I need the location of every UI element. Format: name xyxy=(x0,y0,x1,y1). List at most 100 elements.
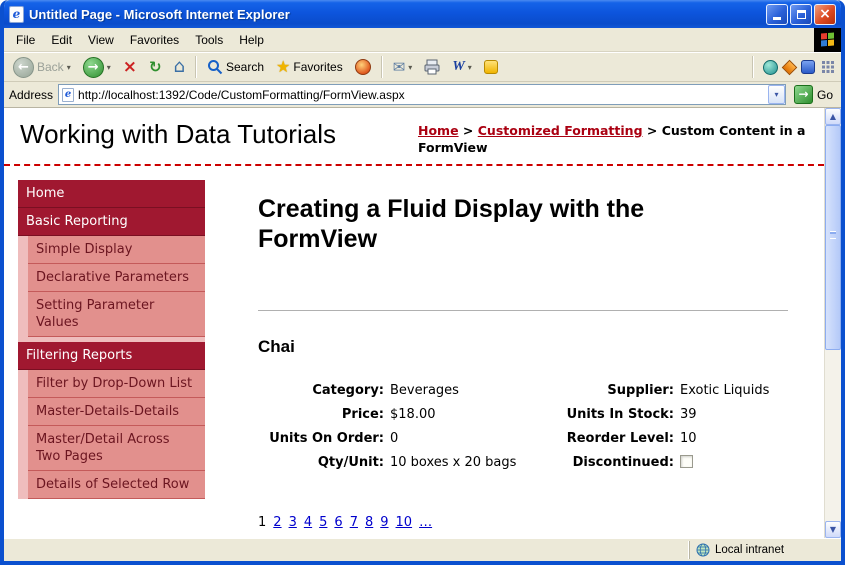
dots-grid-icon[interactable] xyxy=(821,60,835,74)
address-input[interactable]: e http://localhost:1392/Code/CustomForma… xyxy=(58,84,786,105)
field-label-units-in-stock: Units In Stock: xyxy=(548,403,674,427)
scrollbar-thumb[interactable] xyxy=(825,125,841,350)
minimize-icon xyxy=(773,17,781,20)
globe-orb-icon[interactable] xyxy=(763,60,778,75)
mail-dropdown-icon[interactable]: ▾ xyxy=(408,63,412,72)
pager-link-6[interactable]: 6 xyxy=(334,515,342,530)
page-title: Creating a Fluid Display with the FormVi… xyxy=(258,194,758,254)
print-button[interactable] xyxy=(419,56,445,78)
browser-window: e Untitled Page - Microsoft Internet Exp… xyxy=(0,0,845,565)
scroll-up-button[interactable]: ▲ xyxy=(825,108,841,125)
forward-dropdown-icon[interactable]: ▾ xyxy=(107,63,111,72)
search-button[interactable]: Search xyxy=(202,56,269,78)
pager: 123456789 10 … xyxy=(258,515,788,530)
pager-link-7[interactable]: 7 xyxy=(350,515,358,530)
blue-badge-icon[interactable] xyxy=(801,60,815,74)
sidebar-item-filter-by-drop-down-list[interactable]: Filter by Drop-Down List xyxy=(28,370,205,398)
menu-help[interactable]: Help xyxy=(231,30,272,50)
back-icon: ← xyxy=(13,57,34,78)
sidebar-item-details-of-selected-row[interactable]: Details of Selected Row xyxy=(28,471,205,499)
go-button[interactable]: → Go xyxy=(791,85,836,104)
main-content: Creating a Fluid Display with the FormVi… xyxy=(258,180,788,530)
toolbar-separator xyxy=(381,56,383,78)
toolbar: ← Back ▾ → ▾ × ↻ ⌂ Search ★ Favorites xyxy=(4,52,841,82)
refresh-button[interactable]: ↻ xyxy=(144,56,167,79)
messenger-button[interactable] xyxy=(479,57,503,77)
menu-file[interactable]: File xyxy=(8,30,43,50)
sidebar-menu: HomeBasic ReportingSimple DisplayDeclara… xyxy=(18,180,205,499)
menu-bar-items: FileEditViewFavoritesToolsHelp xyxy=(8,30,272,50)
site-title: Working with Data Tutorials xyxy=(20,118,336,156)
close-button[interactable]: × xyxy=(814,4,836,25)
mail-icon: ✉ xyxy=(393,60,406,75)
pager-link-2[interactable]: 2 xyxy=(273,515,281,530)
toolbar-separator xyxy=(195,56,197,78)
pager-link-8[interactable]: 8 xyxy=(365,515,373,530)
pager-link-5[interactable]: 5 xyxy=(319,515,327,530)
security-zone-panel: Local intranet xyxy=(689,541,837,559)
media-button[interactable] xyxy=(350,56,376,78)
favorites-button[interactable]: ★ Favorites xyxy=(271,56,348,78)
breadcrumb: Home > Customized Formatting > Custom Co… xyxy=(418,118,808,156)
minimize-button[interactable] xyxy=(766,4,788,25)
window-title: Untitled Page - Microsoft Internet Explo… xyxy=(29,7,761,22)
search-label: Search xyxy=(226,60,264,74)
maximize-button[interactable] xyxy=(790,4,812,25)
word-edit-icon: W xyxy=(452,59,464,75)
pager-link-9[interactable]: 9 xyxy=(380,515,388,530)
menu-bar: FileEditViewFavoritesToolsHelp xyxy=(4,28,841,52)
pager-link-4[interactable]: 4 xyxy=(304,515,312,530)
sidebar-item-home[interactable]: Home xyxy=(18,180,205,208)
status-bar: Local intranet xyxy=(4,538,841,561)
sidebar-item-master-details-details[interactable]: Master-Details-Details xyxy=(28,398,205,426)
field-value-units-in-stock: 39 xyxy=(680,403,788,427)
mail-button[interactable]: ✉ ▾ xyxy=(388,57,418,78)
title-bar[interactable]: e Untitled Page - Microsoft Internet Exp… xyxy=(4,0,841,28)
back-dropdown-icon[interactable]: ▾ xyxy=(67,63,71,72)
browser-content-area: Working with Data Tutorials Home > Custo… xyxy=(4,108,841,538)
breadcrumb-home[interactable]: Home xyxy=(418,123,459,138)
page-viewport: Working with Data Tutorials Home > Custo… xyxy=(4,108,824,538)
stop-icon: × xyxy=(123,59,137,76)
menu-edit[interactable]: Edit xyxy=(43,30,80,50)
sidebar-item-declarative-parameters[interactable]: Declarative Parameters xyxy=(28,264,205,292)
menu-view[interactable]: View xyxy=(80,30,122,50)
windows-brand-logo xyxy=(814,28,841,52)
home-button[interactable]: ⌂ xyxy=(169,55,190,79)
pager-link-3[interactable]: 3 xyxy=(289,515,297,530)
sidebar-item-filtering-reports[interactable]: Filtering Reports xyxy=(18,342,205,370)
vertical-scrollbar[interactable]: ▲ ▼ xyxy=(824,108,841,538)
go-icon: → xyxy=(794,85,813,104)
go-label: Go xyxy=(817,88,833,102)
toolbar-addons xyxy=(749,56,837,78)
address-page-icon: e xyxy=(62,88,74,102)
menu-tools[interactable]: Tools xyxy=(187,30,231,50)
discontinued-checkbox[interactable] xyxy=(680,455,693,468)
ie-page-icon: e xyxy=(9,6,24,23)
pager-current-page: 1 xyxy=(258,515,266,530)
sidebar-item-simple-display[interactable]: Simple Display xyxy=(28,236,205,264)
stop-button[interactable]: × xyxy=(118,56,142,79)
pager-link-10[interactable]: 10 xyxy=(396,515,413,530)
sidebar-item-setting-parameter-values[interactable]: Setting Parameter Values xyxy=(28,292,205,337)
edit-dropdown-icon[interactable]: ▾ xyxy=(468,63,472,72)
windows-flag-icon xyxy=(821,33,834,47)
field-label-qty-unit: Qty/Unit: xyxy=(258,451,384,475)
scroll-down-button[interactable]: ▼ xyxy=(825,521,841,538)
scrollbar-track[interactable] xyxy=(825,125,841,521)
menu-favorites[interactable]: Favorites xyxy=(122,30,187,50)
sidebar-item-basic-reporting[interactable]: Basic Reporting xyxy=(18,208,205,236)
breadcrumb-customized-formatting[interactable]: Customized Formatting xyxy=(478,123,643,138)
back-button[interactable]: ← Back ▾ xyxy=(8,54,76,81)
sidebar-item-master-detail-across-two-pages[interactable]: Master/Detail Across Two Pages xyxy=(28,426,205,471)
edit-button[interactable]: W ▾ xyxy=(447,56,476,78)
home-icon: ⌂ xyxy=(174,58,185,76)
product-fields: Category:BeveragesSupplier:Exotic Liquid… xyxy=(258,379,788,475)
address-dropdown-button[interactable]: ▾ xyxy=(768,85,785,104)
field-label-reorder-level: Reorder Level: xyxy=(548,427,674,451)
address-url-text: http://localhost:1392/Code/CustomFormatt… xyxy=(78,88,764,102)
orange-diamond-icon[interactable] xyxy=(782,59,798,75)
field-label-supplier: Supplier: xyxy=(548,379,674,403)
pager-link-[interactable]: … xyxy=(419,515,432,530)
forward-button[interactable]: → ▾ xyxy=(78,54,116,81)
